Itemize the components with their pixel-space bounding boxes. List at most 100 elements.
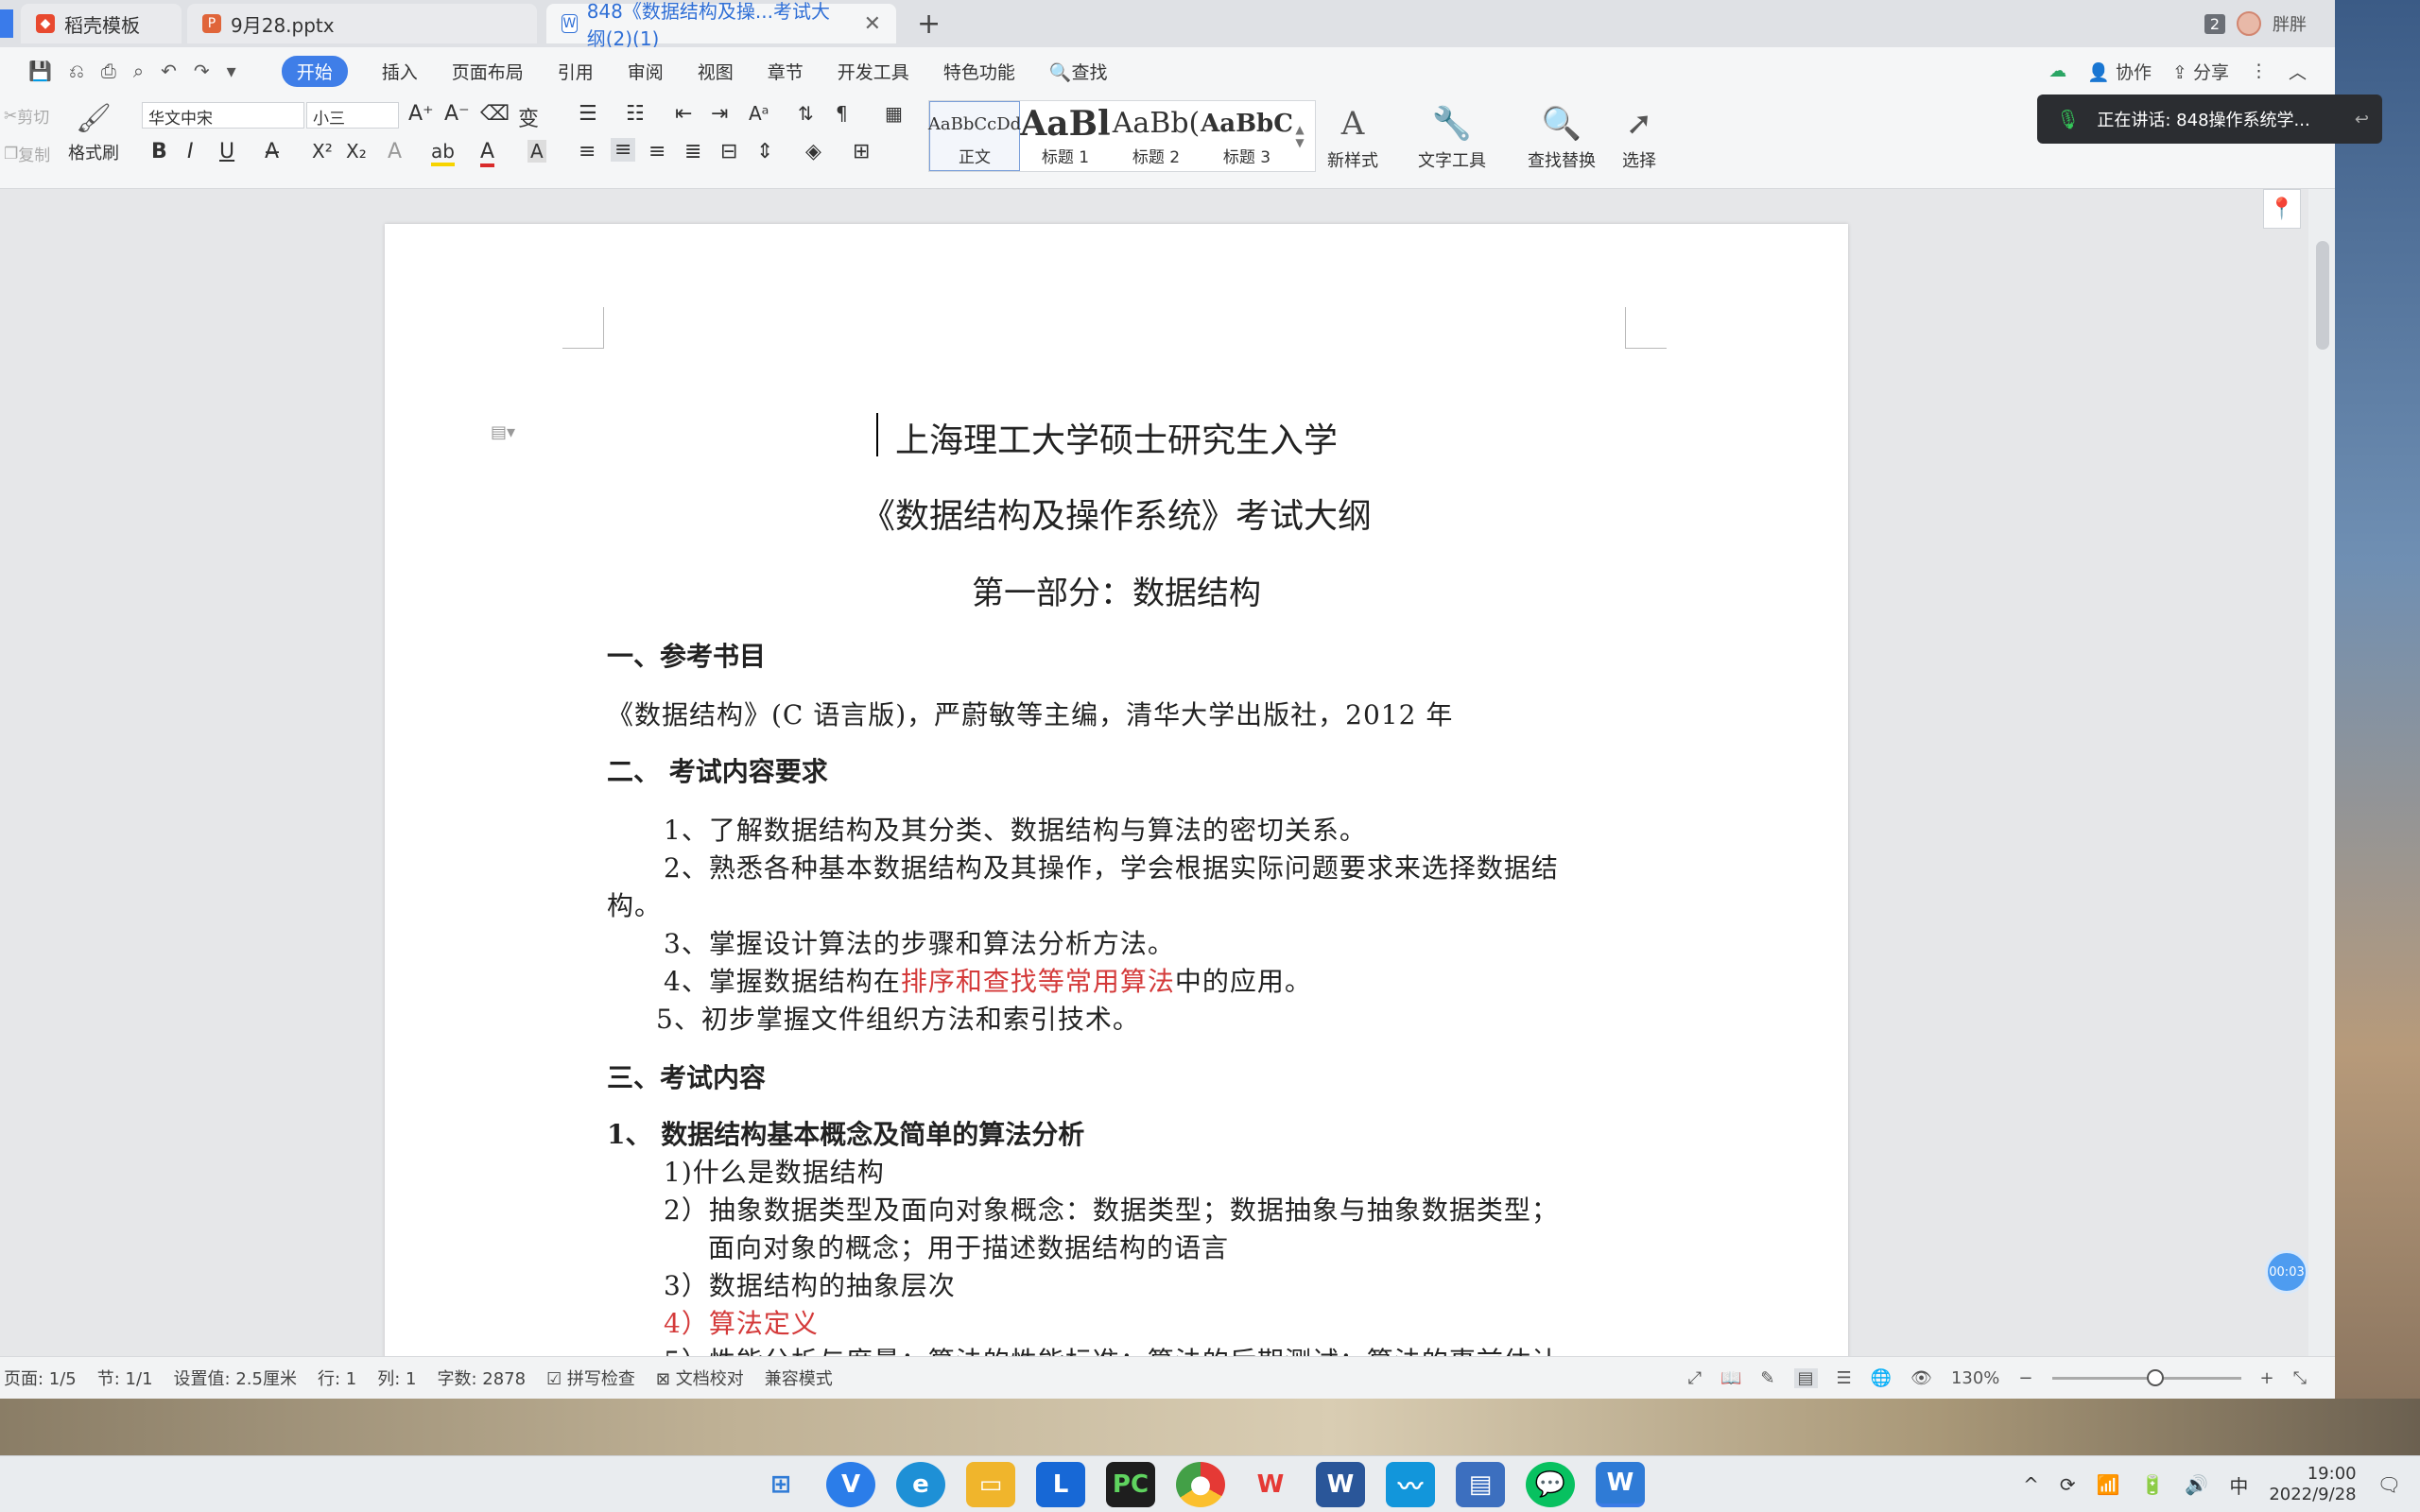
phonetic-icon[interactable]: 变	[518, 102, 539, 132]
doc-section3[interactable]: 三、考试内容	[607, 1057, 766, 1095]
menu-search[interactable]: 🔍查找	[1049, 59, 1108, 84]
align-center-icon[interactable]: ≡	[611, 138, 636, 162]
undo-icon[interactable]: ↶	[161, 60, 177, 82]
align-right-icon[interactable]: ≡	[648, 140, 666, 163]
char-shading-icon[interactable]: A	[527, 140, 546, 163]
scrollbar-thumb[interactable]	[2316, 241, 2329, 350]
window-count-badge[interactable]: 2	[2204, 13, 2225, 34]
output-icon[interactable]: ⎌	[69, 60, 84, 82]
document-page[interactable]: ▤▾ 上海理工大学硕士研究生入学 《数据结构及操作系统》考试大纲 第一部分：数据…	[385, 224, 1848, 1356]
distribute-icon[interactable]: ⊟	[720, 140, 737, 163]
share-button[interactable]: ⇪ 分享	[2172, 59, 2229, 84]
menu-home[interactable]: 开始	[281, 55, 348, 87]
italic-icon[interactable]: I	[187, 140, 194, 163]
doc-section2[interactable]: 二、 考试内容要求	[607, 751, 828, 789]
spell-check-button[interactable]: ☑ 拼写检查	[546, 1366, 635, 1390]
status-words[interactable]: 字数: 2878	[437, 1366, 526, 1390]
chrome-icon[interactable]: ●	[1176, 1462, 1225, 1507]
fit-page-icon[interactable]: ⤡	[2293, 1368, 2307, 1388]
fullscreen-icon[interactable]: ⤢	[1688, 1368, 1702, 1388]
user-name[interactable]: 胖胖	[2273, 11, 2307, 36]
grow-font-icon[interactable]: A⁺	[408, 102, 434, 126]
sync-icon[interactable]: ⟳	[2060, 1473, 2076, 1496]
menu-view[interactable]: 视图	[698, 59, 734, 84]
menu-features[interactable]: 特色功能	[943, 59, 1015, 84]
doc-topic1[interactable]: 1、 数据结构基本概念及简单的算法分析	[607, 1114, 1084, 1152]
close-icon[interactable]: ✕	[864, 12, 881, 36]
increase-indent-icon[interactable]: ⇥	[711, 102, 728, 126]
status-page[interactable]: 页面: 1/5	[4, 1366, 77, 1390]
style-normal[interactable]: AaBbCcDd 正文	[928, 101, 1021, 171]
menu-chapter[interactable]: 章节	[768, 59, 804, 84]
doc-part1-heading[interactable]: 第一部分：数据结构	[385, 567, 1848, 613]
web-view-icon[interactable]: 🌐	[1871, 1368, 1892, 1388]
status-setting[interactable]: 设置值: 2.5厘米	[174, 1366, 297, 1390]
recording-timer[interactable]: 00:03	[2265, 1250, 2308, 1294]
doc-req4[interactable]: 4、掌握数据结构在排序和查找等常用算法中的应用。	[664, 961, 1312, 999]
doc-req2b[interactable]: 构。	[607, 885, 662, 923]
superscript-icon[interactable]: X²	[312, 140, 333, 163]
edit-view-icon[interactable]: ✎	[1760, 1368, 1774, 1388]
page-view-icon[interactable]: ▤	[1793, 1367, 1818, 1388]
outline-view-icon[interactable]: ☰	[1837, 1368, 1852, 1388]
align-left-icon[interactable]: ≡	[579, 140, 596, 163]
style-heading3[interactable]: AaBbC 标题 3	[1201, 101, 1293, 171]
find-replace-button[interactable]: 🔍 查找替换	[1528, 100, 1596, 172]
doc-reference[interactable]: 《数据结构》(C 语言版)，严蔚敏等主编，清华大学出版社，2012 年	[607, 695, 1453, 732]
proofread-button[interactable]: ⊠ 文档校对	[656, 1366, 744, 1390]
more-icon[interactable]: ▾	[227, 60, 236, 82]
tab-document[interactable]: W 848《数据结构及操...考试大纲(2)(1) ✕	[546, 0, 896, 50]
format-painter-button[interactable]: 🖌 格式刷	[68, 98, 119, 164]
wps-icon[interactable]: W	[1246, 1462, 1295, 1507]
vertical-scrollbar[interactable]	[2308, 189, 2335, 1356]
menu-reference[interactable]: 引用	[558, 59, 594, 84]
doc-item4[interactable]: 4）算法定义	[664, 1303, 819, 1341]
notification-center-icon[interactable]: 🗨	[2377, 1473, 2401, 1496]
board-icon[interactable]: 〰	[1386, 1462, 1435, 1507]
cut-button[interactable]: ✂ 剪切	[4, 104, 49, 129]
doc-req5[interactable]: 5、初步掌握文件组织方法和索引技术。	[656, 999, 1140, 1037]
font-name-select[interactable]: 华文中宋	[142, 102, 304, 129]
zoom-level[interactable]: 130%	[1951, 1368, 1999, 1388]
wps-writer-icon[interactable]: W	[1596, 1462, 1645, 1507]
doc-item5[interactable]: 5）性能分析与度量：算法的性能标准；算法的后期测试；算法的事前估计	[664, 1341, 1559, 1356]
font-size-select[interactable]: 小三	[306, 102, 399, 129]
style-scroll[interactable]: ▲ ▼	[1292, 101, 1307, 171]
save-icon[interactable]: 💾	[28, 60, 52, 82]
status-row[interactable]: 行: 1	[318, 1366, 356, 1390]
zoom-out-icon[interactable]: −	[2018, 1368, 2032, 1388]
volume-icon[interactable]: 🔊	[2185, 1473, 2208, 1496]
eye-care-icon[interactable]: 👁	[1910, 1368, 1932, 1388]
zoom-in-icon[interactable]: +	[2260, 1368, 2274, 1388]
menu-review[interactable]: 审阅	[628, 59, 664, 84]
doc-req1[interactable]: 1、了解数据结构及其分类、数据结构与算法的密切关系。	[664, 810, 1367, 848]
pycharm-icon[interactable]: PC	[1106, 1462, 1155, 1507]
status-section[interactable]: 节: 1/1	[97, 1366, 153, 1390]
more-vert-icon[interactable]: ⋮	[2250, 60, 2268, 81]
doc-item2a[interactable]: 2）抽象数据类型及面向对象概念：数据类型；数据抽象与抽象数据类型；	[664, 1190, 1559, 1228]
lenovo-icon[interactable]: L	[1036, 1462, 1085, 1507]
battery-icon[interactable]: 🔋	[2141, 1473, 2165, 1496]
font-color-icon[interactable]: A	[480, 140, 495, 167]
doc-section1[interactable]: 一、参考书目	[607, 636, 766, 674]
bold-icon[interactable]: B	[151, 140, 167, 163]
numbered-list-icon[interactable]: ☷	[626, 102, 645, 126]
zoom-slider[interactable]	[2051, 1368, 2241, 1386]
notepad-icon[interactable]: ▤	[1456, 1462, 1505, 1507]
bullet-list-icon[interactable]: ☰	[579, 102, 597, 126]
new-tab-button[interactable]: +	[917, 8, 941, 41]
text-effect-icon[interactable]: A	[388, 140, 402, 163]
paragraph-icon[interactable]: ¶	[836, 102, 848, 125]
subscript-icon[interactable]: X₂	[346, 140, 367, 163]
new-style-button[interactable]: A 新样式	[1327, 100, 1378, 172]
table-layout-icon[interactable]: ▦	[885, 102, 903, 125]
doc-req2a[interactable]: 2、熟悉各种基本数据结构及其操作，学会根据实际问题要求来选择数据结	[664, 848, 1559, 885]
text-tools-button[interactable]: 🔧 文字工具	[1418, 100, 1486, 172]
back-icon[interactable]: ↩	[2355, 110, 2369, 129]
line-spacing-icon[interactable]: ⇕	[756, 140, 773, 163]
start-icon[interactable]: ⊞	[756, 1462, 805, 1507]
clear-format-icon[interactable]: ⌫	[480, 102, 510, 126]
doc-item2b[interactable]: 面向对象的概念；用于描述数据结构的语言	[708, 1228, 1229, 1265]
style-heading2[interactable]: AaBb( 标题 2	[1111, 101, 1201, 171]
copy-button[interactable]: ❐ 复制	[4, 142, 50, 166]
